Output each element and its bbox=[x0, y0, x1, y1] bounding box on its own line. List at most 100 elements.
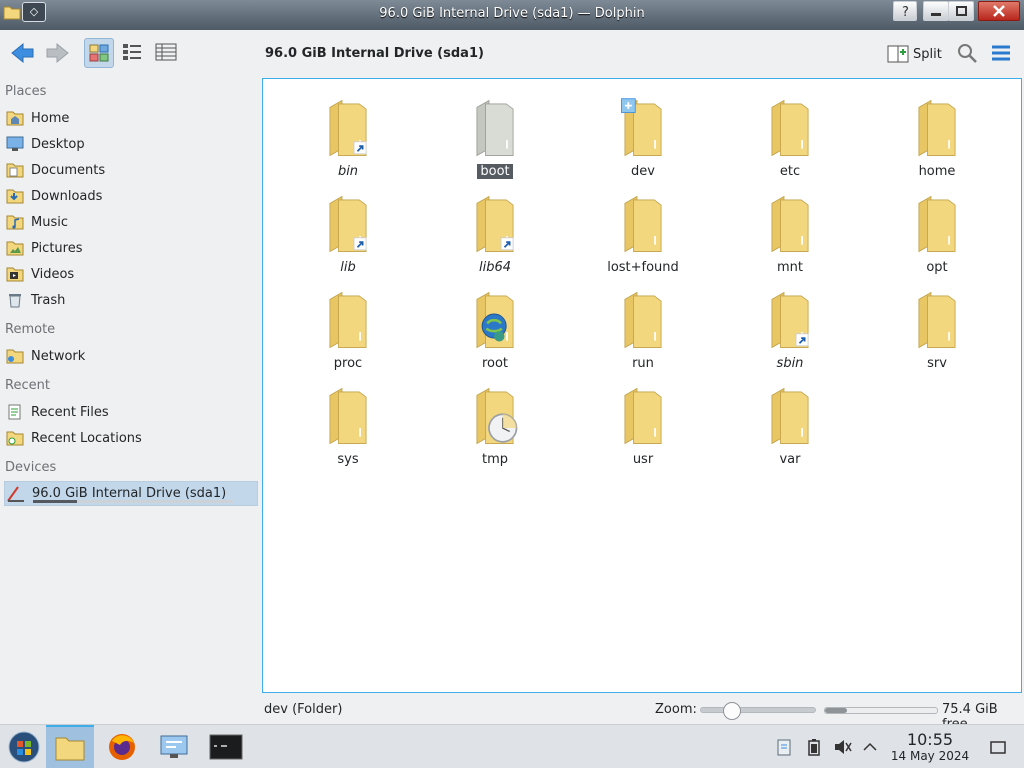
main-toolbar: 96.0 GiB Internal Drive (sda1) Split bbox=[0, 30, 1024, 78]
drive-capacity-bar bbox=[33, 500, 233, 503]
folder-name: home bbox=[918, 164, 956, 179]
folder-item[interactable]: mnt bbox=[740, 183, 840, 277]
back-button[interactable] bbox=[8, 38, 38, 68]
icons-view-button[interactable] bbox=[84, 38, 114, 68]
symlink-badge bbox=[795, 333, 809, 347]
sidebar-item-documents[interactable]: Documents bbox=[4, 158, 258, 182]
sidebar-item-pictures[interactable]: Pictures bbox=[4, 236, 258, 260]
folder-name: run bbox=[632, 356, 654, 371]
sidebar-item-label: Documents bbox=[31, 162, 106, 178]
sidebar-item-label: Trash bbox=[31, 292, 66, 308]
folder-icon bbox=[771, 99, 809, 157]
zoom-slider[interactable] bbox=[700, 702, 816, 720]
folder-item[interactable]: lib bbox=[298, 183, 398, 277]
folder-name: tmp bbox=[481, 452, 508, 467]
folder-icon bbox=[621, 98, 662, 157]
details-view-button[interactable] bbox=[152, 38, 182, 68]
clock-date: 14 May 2024 bbox=[890, 749, 970, 763]
folder-item[interactable]: etc bbox=[740, 87, 840, 181]
sidebar-item-desktop[interactable]: Desktop bbox=[4, 132, 258, 156]
folder-name: dev bbox=[631, 164, 655, 179]
close-icon bbox=[993, 5, 1005, 17]
forward-arrow-icon bbox=[46, 42, 69, 64]
digital-clock[interactable]: 10:55 14 May 2024 bbox=[888, 730, 972, 764]
folder-item[interactable]: home bbox=[887, 87, 987, 181]
help-button[interactable]: ? bbox=[893, 1, 917, 21]
desktop-icon bbox=[4, 134, 26, 154]
folder-item[interactable]: boot bbox=[445, 87, 545, 181]
sidebar-item-home[interactable]: Home bbox=[4, 106, 258, 130]
folder-name: lib bbox=[340, 260, 356, 275]
hamburger-menu-button[interactable] bbox=[986, 38, 1016, 68]
folder-item[interactable]: dev bbox=[593, 87, 693, 181]
folder-item[interactable]: lib64 bbox=[445, 183, 545, 277]
status-bar: dev (Folder) Zoom: 75.4 GiB free bbox=[0, 696, 1024, 732]
split-button[interactable]: Split bbox=[887, 42, 942, 66]
task-terminal[interactable] bbox=[202, 725, 250, 768]
start-menu-button[interactable] bbox=[0, 725, 48, 768]
clipboard-tray-icon[interactable] bbox=[774, 737, 794, 757]
sidebar-item-downloads[interactable]: Downloads bbox=[4, 184, 258, 208]
folder-name: var bbox=[779, 452, 801, 467]
folder-item[interactable]: sbin bbox=[740, 279, 840, 373]
clock-badge bbox=[488, 413, 518, 443]
videos-icon bbox=[4, 264, 26, 284]
show-desktop-icon[interactable] bbox=[988, 737, 1008, 757]
folder-item[interactable]: sys bbox=[298, 375, 398, 469]
location-label[interactable]: 96.0 GiB Internal Drive (sda1) bbox=[265, 46, 484, 61]
folder-name: lib64 bbox=[478, 260, 512, 275]
clock-time: 10:55 bbox=[906, 730, 954, 749]
folder-item[interactable]: run bbox=[593, 279, 693, 373]
sidebar-item-label: Pictures bbox=[31, 240, 83, 256]
minimize-button[interactable] bbox=[923, 1, 949, 21]
sidebar-item-trash[interactable]: Trash bbox=[4, 288, 258, 312]
music-icon bbox=[4, 212, 26, 232]
zoom-slider-handle[interactable] bbox=[723, 702, 741, 720]
folder-item[interactable]: bin bbox=[298, 87, 398, 181]
minimize-icon bbox=[931, 13, 941, 16]
task-firefox[interactable] bbox=[98, 725, 146, 768]
file-view[interactable]: bin boot dev etc home lib lib64 lost+found mnt op… bbox=[262, 78, 1022, 693]
volume-muted-icon[interactable] bbox=[832, 737, 852, 757]
folder-item[interactable]: usr bbox=[593, 375, 693, 469]
sidebar-item-label: 96.0 GiB Internal Drive (sda1) bbox=[32, 486, 227, 501]
task-dolphin[interactable] bbox=[46, 725, 94, 768]
sidebar-item-internal-drive[interactable]: 96.0 GiB Internal Drive (sda1) bbox=[4, 481, 258, 506]
window-title: 96.0 GiB Internal Drive (sda1) — Dolphin bbox=[379, 6, 645, 21]
compact-view-icon bbox=[123, 44, 141, 60]
folder-icon bbox=[329, 387, 367, 445]
task-system-settings[interactable] bbox=[150, 725, 198, 768]
sidebar-item-label: Music bbox=[31, 214, 68, 230]
folder-icon bbox=[624, 387, 662, 445]
close-button[interactable] bbox=[978, 1, 1020, 21]
chevron-up-icon[interactable] bbox=[860, 737, 880, 757]
forward-button[interactable] bbox=[42, 38, 72, 68]
folder-item[interactable]: lost+found bbox=[593, 183, 693, 277]
folder-name: mnt bbox=[777, 260, 803, 275]
sidebar-item-recent-files[interactable]: Recent Files bbox=[4, 400, 258, 424]
folder-item[interactable]: srv bbox=[887, 279, 987, 373]
hamburger-icon bbox=[992, 45, 1010, 61]
folder-icon bbox=[329, 291, 367, 349]
folder-item[interactable]: tmp bbox=[445, 375, 545, 469]
folder-icon bbox=[771, 291, 809, 349]
search-button[interactable] bbox=[952, 38, 982, 68]
folder-item[interactable]: root bbox=[445, 279, 545, 373]
folder-item[interactable]: var bbox=[740, 375, 840, 469]
sidebar-item-recent-locations[interactable]: Recent Locations bbox=[4, 426, 258, 450]
sidebar-item-videos[interactable]: Videos bbox=[4, 262, 258, 286]
taskbar: 10:55 14 May 2024 bbox=[0, 724, 1024, 768]
compact-view-button[interactable] bbox=[118, 38, 148, 68]
sidebar-item-network[interactable]: Network bbox=[4, 344, 258, 368]
sidebar-item-music[interactable]: Music bbox=[4, 210, 258, 234]
folder-item[interactable]: proc bbox=[298, 279, 398, 373]
recent-locations-icon bbox=[4, 428, 26, 448]
maximize-button[interactable] bbox=[948, 1, 974, 21]
folder-icon bbox=[476, 291, 514, 349]
folder-name: opt bbox=[926, 260, 948, 275]
documents-icon bbox=[4, 160, 26, 180]
folder-icon bbox=[918, 291, 956, 349]
folder-name: sys bbox=[337, 452, 359, 467]
folder-item[interactable]: opt bbox=[887, 183, 987, 277]
battery-tray-icon[interactable] bbox=[804, 737, 824, 757]
